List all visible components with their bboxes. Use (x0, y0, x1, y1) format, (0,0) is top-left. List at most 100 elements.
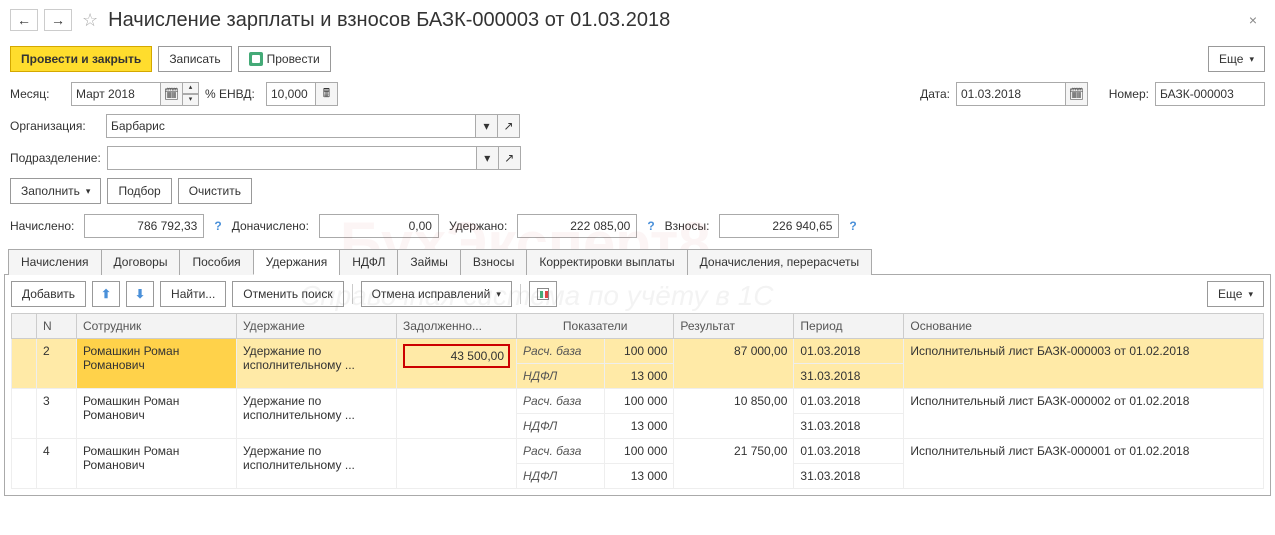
month-up-icon[interactable]: ▴ (183, 82, 199, 94)
table-header-row: N Сотрудник Удержание Задолженно... Пока… (12, 314, 1264, 339)
more-button[interactable]: Еще▾ (1208, 46, 1265, 72)
col-employee[interactable]: Сотрудник (77, 314, 237, 339)
tab-label: Корректировки выплаты (539, 255, 674, 269)
grid-icon (537, 288, 549, 300)
cell-ind-ndfl-value: 13 000 (604, 364, 673, 389)
date-input[interactable]: 01.03.2018 (956, 82, 1066, 106)
additional-value-box: 0,00 (319, 214, 439, 238)
nav-back-button[interactable]: ← (10, 9, 38, 31)
envd-value: 10,000 (271, 87, 308, 101)
tab-benefits[interactable]: Пособия (179, 249, 253, 275)
cell-result: 21 750,00 (674, 439, 794, 489)
help-icon[interactable]: ? (214, 219, 221, 233)
post-button[interactable]: Провести (238, 46, 331, 72)
cell-ind-ndfl-value: 13 000 (604, 414, 673, 439)
tab-loans[interactable]: Займы (397, 249, 461, 275)
add-button[interactable]: Добавить (11, 281, 86, 307)
col-result[interactable]: Результат (674, 314, 794, 339)
contrib-value-box: 226 940,65 (719, 214, 839, 238)
div-dropdown-icon[interactable]: ▾ (477, 146, 499, 170)
cell-number: 2 (37, 339, 77, 389)
tab-deductions[interactable]: Удержания (253, 249, 341, 275)
tab-label: НДФЛ (352, 255, 385, 269)
table-row[interactable]: 3 Ромашкин Роман Романович Удержание по … (12, 389, 1264, 414)
col-basis[interactable]: Основание (904, 314, 1264, 339)
tab-ndfl[interactable]: НДФЛ (339, 249, 398, 275)
month-label: Месяц: (10, 87, 65, 101)
org-open-icon[interactable]: ↗ (498, 114, 520, 138)
table-row[interactable]: 4 Ромашкин Роман Романович Удержание по … (12, 439, 1264, 464)
cell-period-from: 01.03.2018 (794, 339, 904, 364)
chevron-down-icon: ▾ (496, 289, 501, 300)
cell-period-to: 31.03.2018 (794, 414, 904, 439)
date-calendar-icon[interactable]: 🗓 (1066, 82, 1088, 106)
calendar-icon[interactable]: 🗓 (161, 82, 183, 106)
help-icon[interactable]: ? (849, 219, 856, 233)
org-dropdown-icon[interactable]: ▾ (476, 114, 498, 138)
nav-forward-button[interactable]: → (44, 9, 72, 31)
fill-button[interactable]: Заполнить ▾ (10, 178, 101, 204)
tab-accruals[interactable]: Начисления (8, 249, 102, 275)
chevron-down-icon: ▾ (86, 186, 91, 197)
number-value: БАЗК-000003 (1160, 87, 1234, 101)
month-input[interactable]: Март 2018 (71, 82, 161, 106)
envd-input[interactable]: 10,000 (266, 82, 316, 106)
favorite-star-icon[interactable]: ☆ (82, 10, 98, 31)
panel-more-button[interactable]: Еще ▾ (1207, 281, 1264, 307)
tab-payment-corrections[interactable]: Корректировки выплаты (526, 249, 687, 275)
col-period[interactable]: Период (794, 314, 904, 339)
cancel-search-button[interactable]: Отменить поиск (232, 281, 343, 307)
cancel-corrections-button[interactable]: Отмена исправлений▾ (361, 281, 512, 307)
move-down-button[interactable]: ⬇ (126, 281, 154, 307)
cell-deduction: Удержание по исполнительному ... (237, 439, 397, 489)
write-button[interactable]: Записать (158, 46, 231, 72)
tab-contracts[interactable]: Договоры (101, 249, 181, 275)
col-deduction[interactable]: Удержание (237, 314, 397, 339)
panel-more-label: Еще (1218, 287, 1242, 301)
write-label: Записать (169, 52, 220, 66)
select-button[interactable]: Подбор (107, 178, 171, 204)
div-input[interactable] (107, 146, 477, 170)
find-button[interactable]: Найти... (160, 281, 226, 307)
col-indicators[interactable]: Показатели (517, 314, 674, 339)
clear-button[interactable]: Очистить (178, 178, 252, 204)
cell-period-from: 01.03.2018 (794, 439, 904, 464)
chevron-down-icon: ▾ (1249, 54, 1254, 65)
tab-contributions[interactable]: Взносы (460, 249, 527, 275)
table-row[interactable]: 2 Ромашкин Роман Романович Удержание по … (12, 339, 1264, 364)
cell-period-to: 31.03.2018 (794, 464, 904, 489)
help-icon[interactable]: ? (647, 219, 654, 233)
tab-label: Начисления (21, 255, 89, 269)
cell-icon (12, 339, 37, 389)
tab-recalculations[interactable]: Доначисления, перерасчеты (687, 249, 872, 275)
cell-deduction: Удержание по исполнительному ... (237, 339, 397, 389)
chevron-down-icon: ▾ (1248, 289, 1253, 300)
calc-icon[interactable]: 🖩 (316, 82, 338, 106)
tab-label: Займы (410, 255, 448, 269)
close-icon[interactable]: × (1241, 8, 1265, 32)
cell-debt: 43 500,00 (397, 339, 517, 389)
post-icon (249, 52, 263, 66)
month-down-icon[interactable]: ▾ (183, 94, 199, 106)
cell-debt (397, 439, 517, 489)
col-icon (12, 314, 37, 339)
accrued-value: 786 792,33 (137, 219, 197, 233)
cell-icon (12, 389, 37, 439)
deductions-table[interactable]: N Сотрудник Удержание Задолженно... Пока… (11, 313, 1264, 489)
find-label: Найти... (171, 287, 215, 301)
div-open-icon[interactable]: ↗ (499, 146, 521, 170)
post-and-close-button[interactable]: Провести и закрыть (10, 46, 152, 72)
grid-settings-button[interactable] (529, 281, 557, 307)
cell-icon (12, 439, 37, 489)
org-input[interactable]: Барбарис (106, 114, 476, 138)
additional-value: 0,00 (409, 219, 432, 233)
cell-debt (397, 389, 517, 439)
fill-label: Заполнить (21, 184, 80, 198)
cell-basis: Исполнительный лист БАЗК-000002 от 01.02… (904, 389, 1264, 439)
number-input[interactable]: БАЗК-000003 (1155, 82, 1265, 106)
col-debt[interactable]: Задолженно... (397, 314, 517, 339)
col-number[interactable]: N (37, 314, 77, 339)
move-up-button[interactable]: ⬆ (92, 281, 120, 307)
org-label: Организация: (10, 119, 100, 133)
cell-number: 4 (37, 439, 77, 489)
